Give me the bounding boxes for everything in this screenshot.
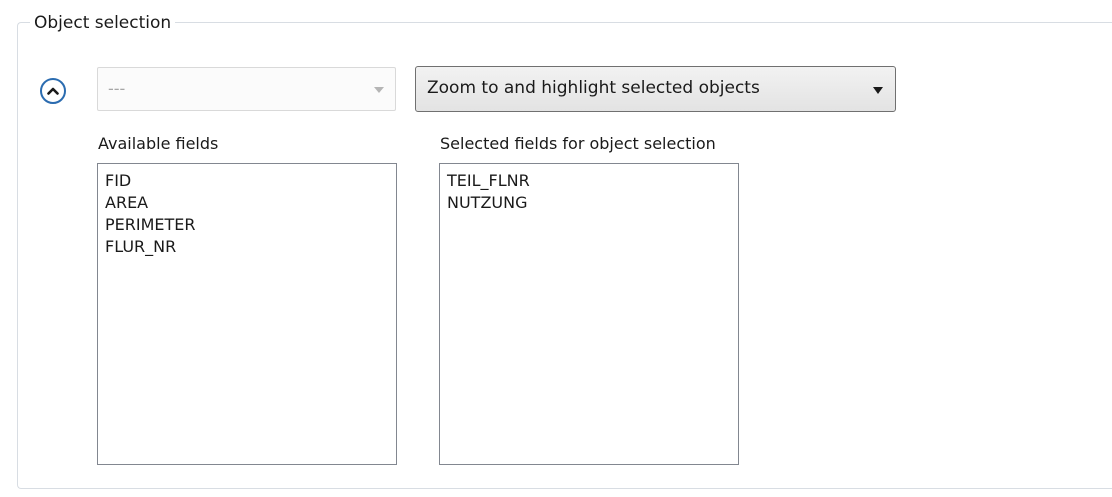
chevron-up-icon xyxy=(47,87,59,95)
selection-action-select[interactable]: Zoom to and highlight selected objects xyxy=(415,66,896,112)
list-item[interactable]: TEIL_FLNR xyxy=(445,170,738,192)
caret-down-icon xyxy=(374,87,384,93)
collapse-button[interactable] xyxy=(40,78,66,104)
selected-fields-label: Selected fields for object selection xyxy=(440,134,716,153)
list-item[interactable]: PERIMETER xyxy=(103,214,396,236)
list-item[interactable]: FLUR_NR xyxy=(103,236,396,258)
layer-select[interactable]: --- xyxy=(97,67,396,111)
caret-down-icon xyxy=(873,87,883,94)
selected-fields-list[interactable]: TEIL_FLNR NUTZUNG xyxy=(439,163,739,465)
selection-action-value: Zoom to and highlight selected objects xyxy=(427,78,760,98)
available-fields-list[interactable]: FID AREA PERIMETER FLUR_NR xyxy=(97,163,397,465)
group-title: Object selection xyxy=(30,12,176,34)
list-item[interactable]: NUTZUNG xyxy=(445,192,738,214)
list-item[interactable]: AREA xyxy=(103,192,396,214)
available-fields-label: Available fields xyxy=(98,134,219,153)
layer-select-value: --- xyxy=(108,79,126,98)
list-item[interactable]: FID xyxy=(103,170,396,192)
